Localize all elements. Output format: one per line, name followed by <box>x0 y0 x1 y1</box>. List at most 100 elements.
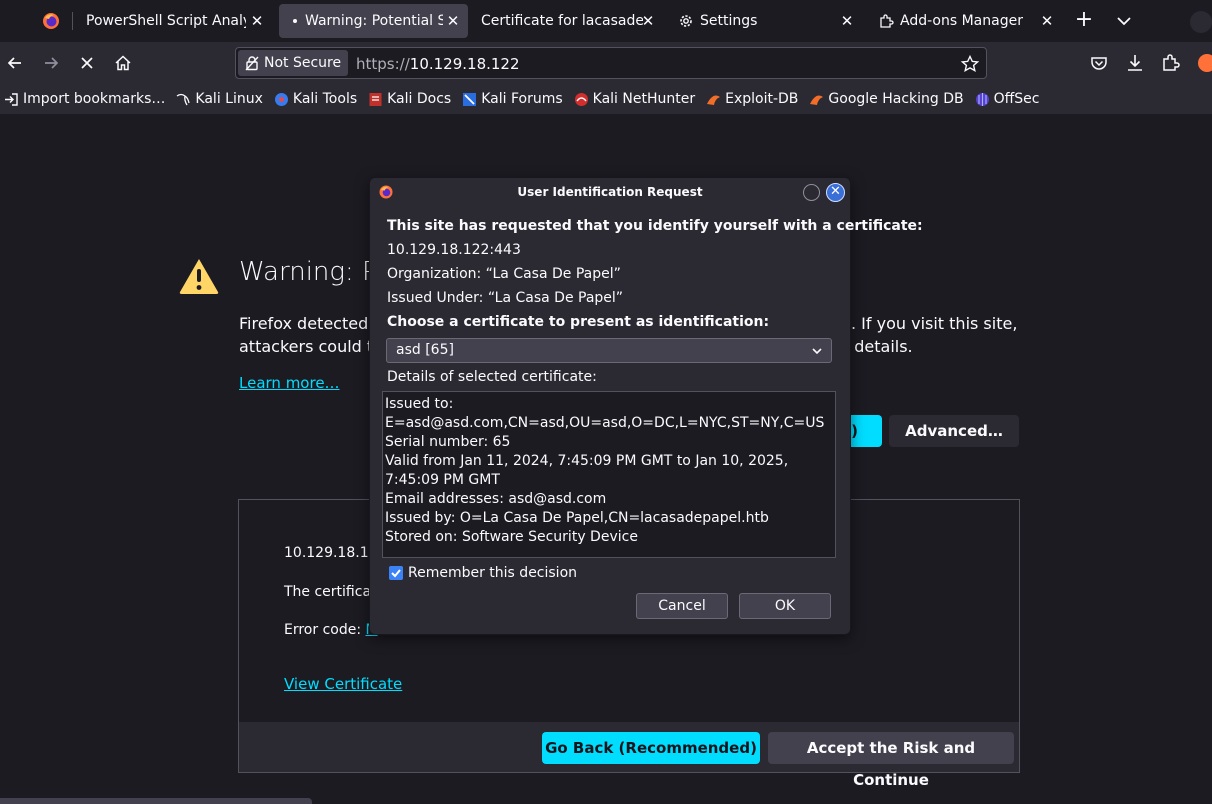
bookmark-label: Exploit-DB <box>725 91 799 107</box>
detail-subject: E=asd@asd.com,CN=asd,OU=asd,O=DC,L=NYC,S… <box>385 415 825 431</box>
details-label: Details of selected certificate: <box>387 369 597 385</box>
close-icon[interactable]: ✕ <box>639 12 657 30</box>
account-icon[interactable] <box>1190 11 1212 33</box>
url-host: 10.129.18.122 <box>409 55 520 73</box>
bookmark-kali-docs[interactable]: Kali Docs <box>368 91 451 107</box>
bookmark-label: OffSec <box>993 91 1040 107</box>
offsec-icon <box>975 92 989 106</box>
advanced-cert-text: The certificat <box>284 584 377 600</box>
forward-arrow-icon[interactable] <box>40 52 62 74</box>
pocket-icon[interactable] <box>1088 52 1110 74</box>
close-icon[interactable]: ✕ <box>444 12 462 30</box>
chevron-down-icon[interactable] <box>1114 11 1134 31</box>
bookmark-google-hacking-db[interactable]: Google Hacking DB <box>809 91 964 107</box>
dialog-titlebar[interactable]: User Identification Request ✕ <box>370 178 850 206</box>
bookmark-label: Kali Linux <box>195 91 263 107</box>
certificate-details-box[interactable]: Issued to: E=asd@asd.com,CN=asd,OU=asd,O… <box>382 391 836 558</box>
kali-forums-icon <box>463 92 477 106</box>
extensions-icon[interactable] <box>1160 52 1182 74</box>
stop-icon[interactable] <box>76 52 98 74</box>
remember-decision-checkbox[interactable] <box>389 566 403 580</box>
learn-more-link[interactable]: Learn more… <box>239 374 340 392</box>
dialog-organization: Organization: “La Casa De Papel” <box>387 266 621 282</box>
ghdb-icon <box>810 95 824 105</box>
detail-email: Email addresses: asd@asd.com <box>385 491 607 507</box>
not-secure-label: Not Secure <box>264 55 342 71</box>
puzzle-icon <box>880 14 894 28</box>
bookmark-label: Kali Tools <box>292 91 358 107</box>
tab-warning[interactable]: Warning: Potential Se ✕ <box>279 4 468 38</box>
accept-risk-button[interactable]: Accept the Risk and Continue <box>768 732 1014 789</box>
bookmark-star-icon[interactable] <box>960 54 980 74</box>
go-back-recommended-button[interactable]: Go Back (Recommended) <box>542 732 760 764</box>
tab-strip: PowerShell Script Analys ✕ Warning: Pote… <box>0 0 1212 42</box>
loading-dot-icon <box>293 19 297 23</box>
tab-label: PowerShell Script Analys <box>86 13 246 29</box>
bookmark-kali-nethunter[interactable]: Kali NetHunter <box>574 91 695 107</box>
status-panel <box>0 798 312 804</box>
detail-serial: Serial number: 65 <box>385 434 511 450</box>
close-icon[interactable]: ✕ <box>248 12 266 30</box>
close-icon[interactable]: ✕ <box>838 12 856 30</box>
exploit-db-icon <box>707 95 721 105</box>
ok-button[interactable]: OK <box>739 593 831 619</box>
remember-decision-label[interactable]: Remember this decision <box>408 565 577 581</box>
user-identification-dialog: User Identification Request ✕ This site … <box>369 177 923 635</box>
certificate-select[interactable]: asd [65] <box>386 338 832 363</box>
firefox-icon[interactable] <box>42 12 60 30</box>
not-secure-indicator[interactable]: Not Secure <box>238 50 348 76</box>
tab-addons[interactable]: Add-ons Manager ✕ <box>870 4 1062 38</box>
selected-certificate: asd [65] <box>396 342 454 358</box>
advanced-footer: Go Back (Recommended) Accept the Risk an… <box>239 722 1019 789</box>
detail-issued-by: Issued by: O=La Casa De Papel,CN=lacasad… <box>385 510 769 526</box>
choose-cert-label: Choose a certificate to present as ident… <box>387 314 770 330</box>
navigation-toolbar: Not Secure https://10.129.18.122 <box>0 42 1212 84</box>
bookmark-kali-forums[interactable]: Kali Forums <box>462 91 563 107</box>
detail-stored-on: Stored on: Software Security Device <box>385 529 638 545</box>
tab-label: Warning: Potential Se <box>305 13 443 29</box>
dialog-issued-under: Issued Under: “La Casa De Papel” <box>387 290 624 306</box>
chevron-down-icon <box>812 348 822 355</box>
bookmark-kali-tools[interactable]: Kali Tools <box>274 91 357 107</box>
url-bar[interactable]: Not Secure https://10.129.18.122 <box>235 47 987 79</box>
nethunter-icon <box>574 92 588 106</box>
detail-validity: Valid from Jan 11, 2024, 7:45:09 PM GMT … <box>385 453 789 488</box>
error-code-label: Error code: <box>284 622 366 638</box>
new-tab-button[interactable]: + <box>1072 9 1096 33</box>
bookmark-offsec[interactable]: OffSec <box>975 91 1040 107</box>
close-icon[interactable]: ✕ <box>1038 12 1056 30</box>
bookmark-exploit-db[interactable]: Exploit-DB <box>706 91 798 107</box>
profile-icon[interactable] <box>1196 52 1212 74</box>
bookmark-label: Google Hacking DB <box>828 91 964 107</box>
bookmark-label: Kali Forums <box>481 91 563 107</box>
url-scheme: https:// <box>356 55 410 73</box>
bookmark-import[interactable]: Import bookmarks… <box>4 91 165 107</box>
advanced-button[interactable]: Advanced… <box>889 415 1019 447</box>
back-arrow-icon[interactable] <box>4 52 26 74</box>
dialog-intro: This site has requested that you identif… <box>387 218 923 234</box>
bookmarks-toolbar: Import bookmarks… Kali Linux Kali Tools … <box>0 84 1212 114</box>
close-icon[interactable]: ✕ <box>826 183 845 202</box>
minimize-button[interactable] <box>803 184 820 201</box>
tab-powershell[interactable]: PowerShell Script Analys ✕ <box>78 4 272 38</box>
tab-label: Settings <box>700 13 758 29</box>
kali-tools-icon <box>274 92 288 106</box>
tab-certificate[interactable]: Certificate for lacasadep ✕ <box>473 4 663 38</box>
dialog-host: 10.129.18.122:443 <box>387 242 521 258</box>
tab-settings[interactable]: Settings ✕ <box>670 4 862 38</box>
bookmark-kali-linux[interactable]: Kali Linux <box>176 91 263 107</box>
tab-separator <box>72 12 73 30</box>
url-text[interactable]: https://10.129.18.122 <box>356 55 520 73</box>
downloads-icon[interactable] <box>1124 52 1146 74</box>
view-certificate-link[interactable]: View Certificate <box>284 675 402 693</box>
description-line-1-end: . If you visit this site, <box>851 314 1018 333</box>
dialog-title: User Identification Request <box>517 185 703 199</box>
cancel-button[interactable]: Cancel <box>636 593 728 619</box>
bookmark-label: Kali NetHunter <box>592 91 696 107</box>
import-icon <box>5 92 18 106</box>
kali-docs-icon <box>369 92 382 106</box>
home-icon[interactable] <box>112 52 134 74</box>
tab-label: Certificate for lacasadep <box>481 13 643 29</box>
error-code-row: Error code: M <box>284 622 378 638</box>
tab-label: Add-ons Manager <box>900 13 1023 29</box>
